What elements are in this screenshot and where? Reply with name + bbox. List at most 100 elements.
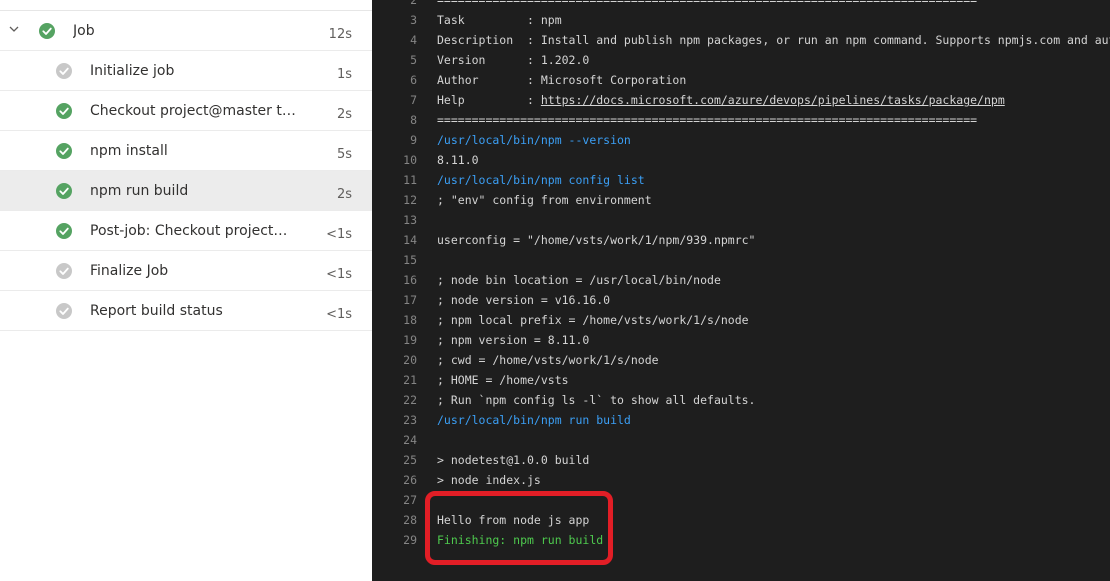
log-text: userconfig = "/home/vsts/work/1/npm/939.… [437,230,756,250]
log-text-content: /usr/local/bin/npm --version [437,133,631,147]
log-text: ; npm version = 8.11.0 [437,330,589,350]
log-text-content: Hello from node js app [437,513,590,527]
log-text-content: > nodetest@1.0.0 build [437,453,590,467]
log-line: 11/usr/local/bin/npm config list [372,170,1110,190]
line-number: 13 [403,213,417,227]
log-text: Description : Install and publish npm pa… [437,30,1110,50]
log-text-content: ; Run `npm config ls -l` to show all def… [437,393,756,407]
help-link[interactable]: https://docs.microsoft.com/azure/devops/… [541,93,1005,107]
log-text: /usr/local/bin/npm run build [437,410,631,430]
log-text: 8.11.0 [437,150,479,170]
step-row[interactable]: Finalize Job <1s [0,251,372,291]
line-number: 27 [403,493,417,507]
log-text: Version : 1.202.0 [437,50,589,70]
step-row[interactable]: Initialize job 1s [0,51,372,91]
line-number: 20 [403,353,417,367]
line-number: 22 [403,393,417,407]
log-text-content: ========================================… [437,0,978,7]
line-number: 6 [410,73,417,87]
log-line: 25 > nodetest@1.0.0 build [372,450,1110,470]
step-row[interactable]: npm run build 2s [0,171,372,211]
log-text: ; Run `npm config ls -l` to show all def… [437,390,756,410]
step-label: Checkout project@master to s [90,103,300,119]
log-line: 17 ; node version = v16.16.0 [372,290,1110,310]
log-text: ; cwd = /home/vsts/work/1/s/node [437,350,659,370]
skipped-check-icon [56,263,72,279]
log-text: > nodetest@1.0.0 build [437,450,589,470]
line-number: 3 [410,13,417,27]
log-text-content: ; HOME = /home/vsts [437,373,569,387]
line-number: 17 [403,293,417,307]
line-number: 15 [403,253,417,267]
line-number: 26 [403,473,417,487]
success-check-icon [39,23,55,39]
step-row[interactable]: Post-job: Checkout project@ma... <1s [0,211,372,251]
step-duration: 12s [328,27,352,42]
log-text-content: /usr/local/bin/npm run build [437,413,631,427]
line-number: 19 [403,333,417,347]
log-text-content: ========================================… [437,113,978,127]
log-text: Help : https://docs.microsoft.com/azure/… [437,90,1005,110]
log-text-content: ; npm version = 8.11.0 [437,333,590,347]
success-check-icon [56,223,72,239]
log-line: 15 [372,250,1110,270]
log-text: ; npm local prefix = /home/vsts/work/1/s… [437,310,749,330]
chevron-down-icon[interactable] [9,24,19,34]
log-line: 24 [372,430,1110,450]
step-duration: 2s [336,107,352,122]
step-row[interactable]: Checkout project@master to s 2s [0,91,372,131]
log-text-content: 8.11.0 [437,153,479,167]
log-text-content: Version : 1.202.0 [437,53,590,67]
line-number: 14 [403,233,417,247]
log-text-content: ; npm local prefix = /home/vsts/work/1/s… [437,313,749,327]
step-duration: <1s [326,267,352,282]
log-text: ; HOME = /home/vsts [437,370,569,390]
log-line: 14 userconfig = "/home/vsts/work/1/npm/93… [372,230,1110,250]
step-row[interactable]: Report build status <1s [0,291,372,331]
step-label: npm install [90,143,168,159]
line-number: 24 [403,433,417,447]
log-text-content: userconfig = "/home/vsts/work/1/npm/939.… [437,233,756,247]
log-text: /usr/local/bin/npm --version [437,130,631,150]
log-text: ; node version = v16.16.0 [437,290,610,310]
log-line: 12 ; "env" config from environment [372,190,1110,210]
log-text: ; "env" config from environment [437,190,652,210]
log-line: 13 [372,210,1110,230]
line-number: 8 [410,113,417,127]
step-label: Report build status [90,303,223,319]
success-check-icon [56,103,72,119]
line-number: 7 [410,93,417,107]
line-number: 10 [403,153,417,167]
log-line: 19 ; npm version = 8.11.0 [372,330,1110,350]
log-line: 27 [372,490,1110,510]
log-text-content: Author : Microsoft Corporation [437,73,687,87]
line-number: 12 [403,193,417,207]
log-text-content: ; cwd = /home/vsts/work/1/s/node [437,353,659,367]
step-duration: 2s [336,187,352,202]
log-line: 2 =======================================… [372,0,1110,10]
step-duration: 5s [336,147,352,162]
log-text-content: ; node bin location = /usr/local/bin/nod… [437,273,721,287]
job-row[interactable]: Job 12s [0,11,372,51]
log-line: 28 Hello from node js app [372,510,1110,530]
log-line: 10 8.11.0 [372,150,1110,170]
line-number: 21 [403,373,417,387]
step-label: npm run build [90,183,189,199]
line-number: 28 [403,513,417,527]
line-number: 4 [410,33,417,47]
log-text: > node index.js [437,470,541,490]
line-number: 18 [403,313,417,327]
log-line: 22 ; Run `npm config ls -l` to show all d… [372,390,1110,410]
step-duration: 1s [336,67,352,82]
step-label: Finalize Job [90,263,169,279]
line-number: 25 [403,453,417,467]
log-viewer[interactable]: 2 =======================================… [372,0,1110,581]
success-check-icon [56,183,72,199]
step-row[interactable]: npm install 5s [0,131,372,171]
log-text-content: Task : npm [437,13,562,27]
success-check-icon [56,143,72,159]
log-line: 8 =======================================… [372,110,1110,130]
log-line: 3 Task : npm [372,10,1110,30]
line-number: 29 [403,533,417,547]
log-line: 9/usr/local/bin/npm --version [372,130,1110,150]
